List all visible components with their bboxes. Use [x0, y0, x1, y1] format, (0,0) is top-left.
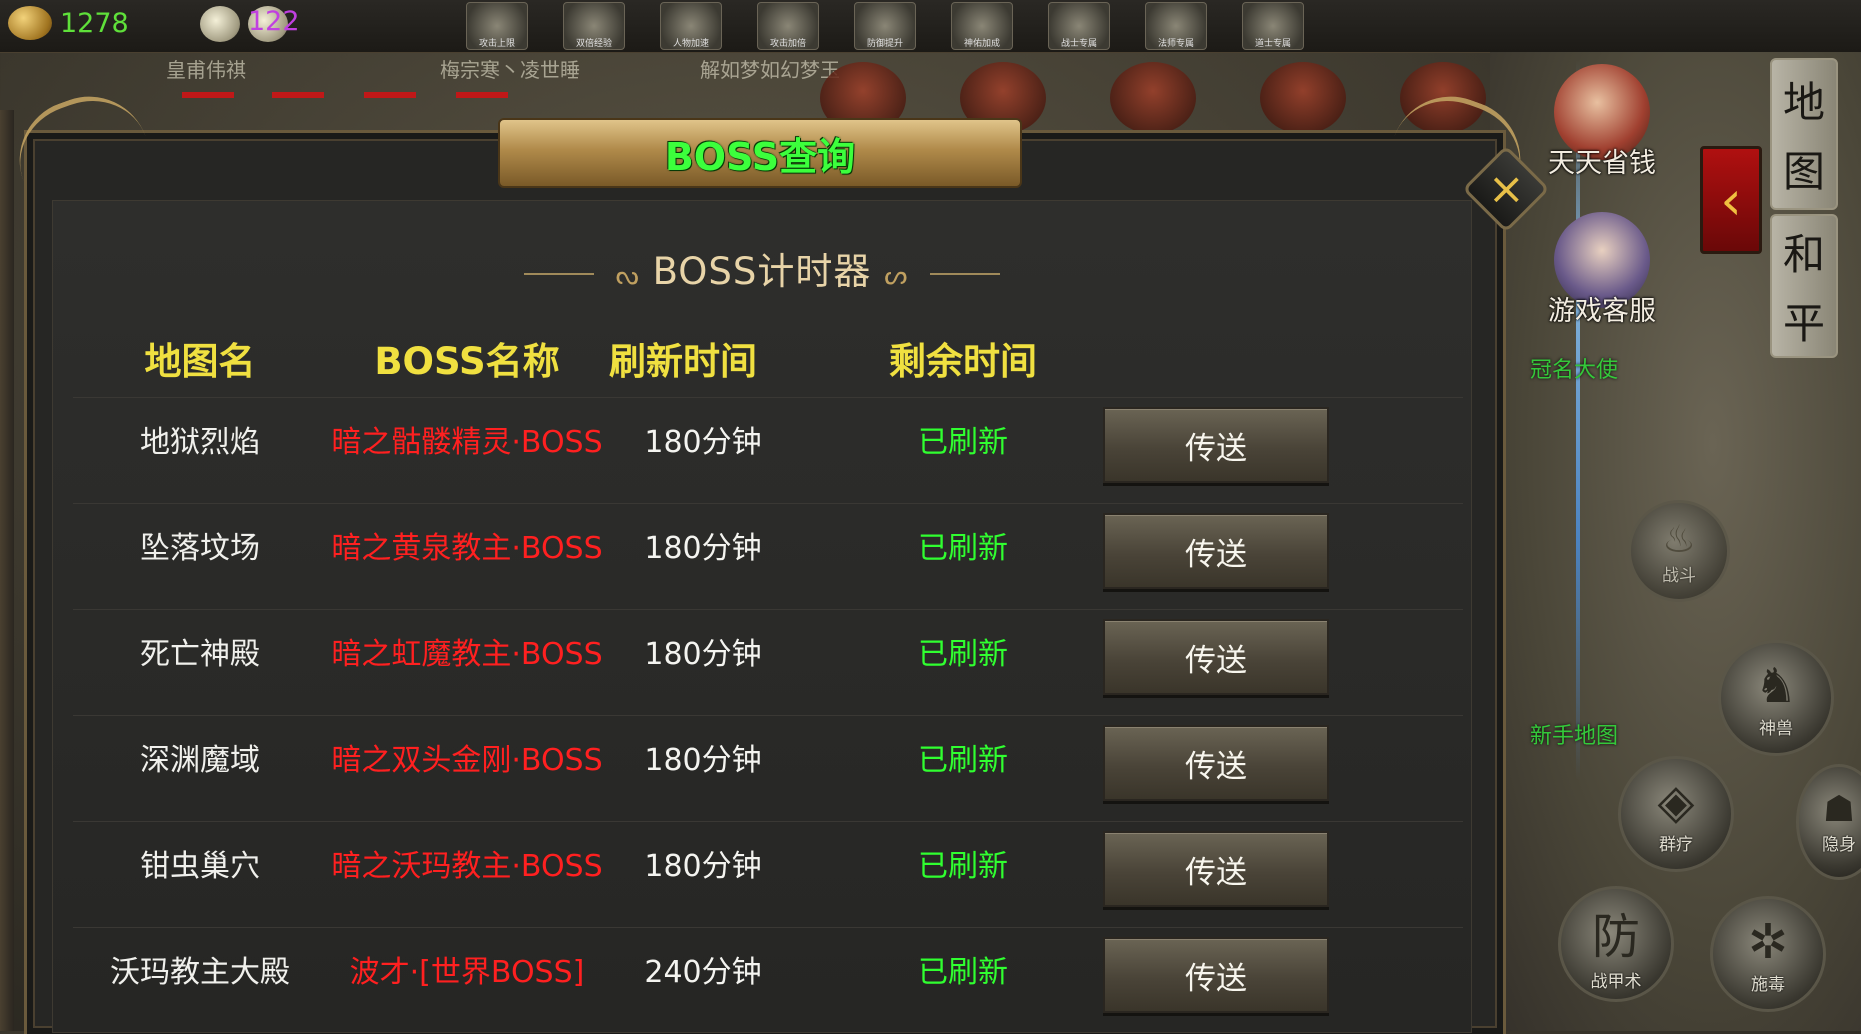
poison-icon: ✲ — [1747, 913, 1789, 970]
teleport-button[interactable]: 传送 — [1103, 937, 1329, 1013]
table-row: 坠落坟场 暗之黄泉教主·BOSS 180分钟 已刷新 传送 — [73, 503, 1463, 610]
map-name: 沃玛教主大殿 — [110, 955, 290, 990]
close-icon: × — [1487, 163, 1525, 214]
newbie-map-label[interactable]: 新手地图 — [1530, 718, 1618, 750]
player-hp-bar — [272, 92, 324, 98]
header-refresh: 刷新时间 — [609, 340, 757, 383]
table-subtitle: ᔓ BOSS计时器 ᔕ — [53, 241, 1471, 295]
buff-icon[interactable]: 防御提升 — [854, 2, 916, 50]
gem-icon — [200, 6, 240, 42]
table-row: 钳虫巢穴 暗之沃玛教主·BOSS 180分钟 已刷新 传送 — [73, 821, 1463, 928]
table-row: 地狱烈焰 暗之骷髅精灵·BOSS 180分钟 已刷新 传送 — [73, 397, 1463, 504]
header-remaining: 剩余时间 — [889, 340, 1037, 383]
refresh-time: 180分钟 — [644, 425, 762, 460]
buff-icon[interactable]: 人物加速 — [660, 2, 722, 50]
boss-name: 暗之骷髅精灵·BOSS — [331, 425, 603, 460]
buff-bar: 攻击上限 双倍经验 人物加速 攻击加倍 防御提升 神佑加成 战士专属 法师专属 … — [466, 2, 1304, 50]
player-name: 解如梦如幻梦玉 — [700, 58, 840, 82]
player-name: 梅宗寒丶凌世睡 — [440, 58, 580, 82]
player-hp-bar — [182, 92, 234, 98]
boss-timer-table: ᔓ BOSS计时器 ᔕ 地图名 BOSS名称 刷新时间 剩余时间 地狱烈焰 暗之… — [52, 200, 1472, 1033]
remaining-time: 已刷新 — [918, 637, 1008, 672]
battle-skill-button[interactable]: ♨ 战斗 — [1628, 500, 1730, 602]
remaining-time: 已刷新 — [918, 849, 1008, 884]
refresh-time: 180分钟 — [644, 849, 762, 884]
remaining-time: 已刷新 — [918, 955, 1008, 990]
defense-skill-button[interactable]: 防 战甲术 — [1558, 886, 1674, 1002]
table-row: 深渊魔域 暗之双头金刚·BOSS 180分钟 已刷新 传送 — [73, 715, 1463, 822]
defense-glyph-icon: 防 — [1591, 908, 1640, 965]
activity-orb-icon[interactable] — [1260, 62, 1346, 134]
map-name: 地狱烈焰 — [140, 425, 260, 460]
buff-icon[interactable]: 双倍经验 — [563, 2, 625, 50]
gold-amount: 1278 — [60, 7, 129, 39]
save-money-button[interactable]: 天天省钱 — [1544, 64, 1660, 180]
buff-icon[interactable]: 攻击加倍 — [757, 2, 819, 50]
customer-service-button[interactable]: 游戏客服 — [1544, 212, 1660, 328]
stealth-icon: ☗ — [1822, 789, 1856, 830]
beast-icon: ♞ — [1754, 657, 1798, 714]
activity-orb-icon[interactable] — [1110, 62, 1196, 134]
player-name: 皇甫伟祺 — [166, 58, 246, 82]
remaining-time: 已刷新 — [918, 743, 1008, 778]
map-name: 死亡神殿 — [140, 637, 260, 672]
diamond-pattern-icon: ◈ — [1657, 773, 1695, 830]
teleport-button[interactable]: 传送 — [1103, 831, 1329, 907]
buff-icon[interactable]: 战士专属 — [1048, 2, 1110, 50]
buff-icon[interactable]: 道士专属 — [1242, 2, 1304, 50]
teleport-button[interactable]: 传送 — [1103, 619, 1329, 695]
group-heal-skill-button[interactable]: ◈ 群疗 — [1618, 756, 1734, 872]
map-tab[interactable]: 地 图 — [1770, 58, 1838, 210]
boss-name: 暗之虹魔教主·BOSS — [331, 637, 603, 672]
boss-name: 暗之沃玛教主·BOSS — [331, 849, 603, 884]
scroll-ornament-icon: ᔕ — [884, 261, 909, 291]
remaining-time: 已刷新 — [918, 425, 1008, 460]
panel-title: BOSS查询 — [664, 134, 856, 179]
refresh-time: 180分钟 — [644, 743, 762, 778]
divider-line — [523, 272, 594, 275]
collapse-arrow-icon[interactable]: ‹ — [1700, 146, 1762, 254]
player-hp-bar — [456, 92, 508, 98]
teleport-button[interactable]: 传送 — [1103, 513, 1329, 589]
boss-name: 暗之黄泉教主·BOSS — [331, 531, 603, 566]
poison-skill-button[interactable]: ✲ 施毒 — [1710, 896, 1826, 1012]
title-ambassador-label[interactable]: 冠名大使 — [1530, 352, 1618, 384]
buff-icon[interactable]: 法师专属 — [1145, 2, 1207, 50]
boss-name: 暗之双头金刚·BOSS — [331, 743, 603, 778]
boss-name: 波才·[世界BOSS] — [349, 955, 585, 990]
gem-counter: 122 — [200, 6, 300, 42]
teleport-button[interactable]: 传送 — [1103, 407, 1329, 483]
divider-line — [930, 272, 1001, 275]
refresh-time: 180分钟 — [644, 531, 762, 566]
beast-skill-button[interactable]: ♞ 神兽 — [1718, 640, 1834, 756]
panel-left-edge — [0, 110, 14, 1031]
remaining-time: 已刷新 — [918, 531, 1008, 566]
gold-counter: 1278 — [8, 6, 129, 40]
teleport-button[interactable]: 传送 — [1103, 725, 1329, 801]
peace-mode-tab[interactable]: 和 平 — [1770, 214, 1838, 358]
header-map: 地图名 — [144, 340, 256, 383]
panel-title-plate: BOSS查询 — [498, 118, 1022, 188]
buff-icon[interactable]: 神佑加成 — [951, 2, 1013, 50]
player-hp-bar — [364, 92, 416, 98]
refresh-time: 240分钟 — [644, 955, 762, 990]
flame-icon: ♨ — [1661, 516, 1697, 561]
gold-coin-icon — [8, 6, 52, 40]
map-name: 深渊魔域 — [140, 743, 260, 778]
buff-icon[interactable]: 攻击上限 — [466, 2, 528, 50]
header-boss: BOSS名称 — [374, 340, 560, 383]
map-name: 钳虫巢穴 — [140, 849, 260, 884]
scroll-ornament-icon: ᔓ — [615, 261, 640, 291]
gem-amount: 122 — [248, 6, 300, 42]
top-hud: 1278 122 攻击上限 双倍经验 人物加速 攻击加倍 防御提升 神佑加成 战… — [0, 0, 1861, 53]
map-name: 坠落坟场 — [140, 531, 260, 566]
table-row: 死亡神殿 暗之虹魔教主·BOSS 180分钟 已刷新 传送 — [73, 609, 1463, 716]
refresh-time: 180分钟 — [644, 637, 762, 672]
table-row: 沃玛教主大殿 波才·[世界BOSS] 240分钟 已刷新 传送 — [73, 927, 1463, 1034]
